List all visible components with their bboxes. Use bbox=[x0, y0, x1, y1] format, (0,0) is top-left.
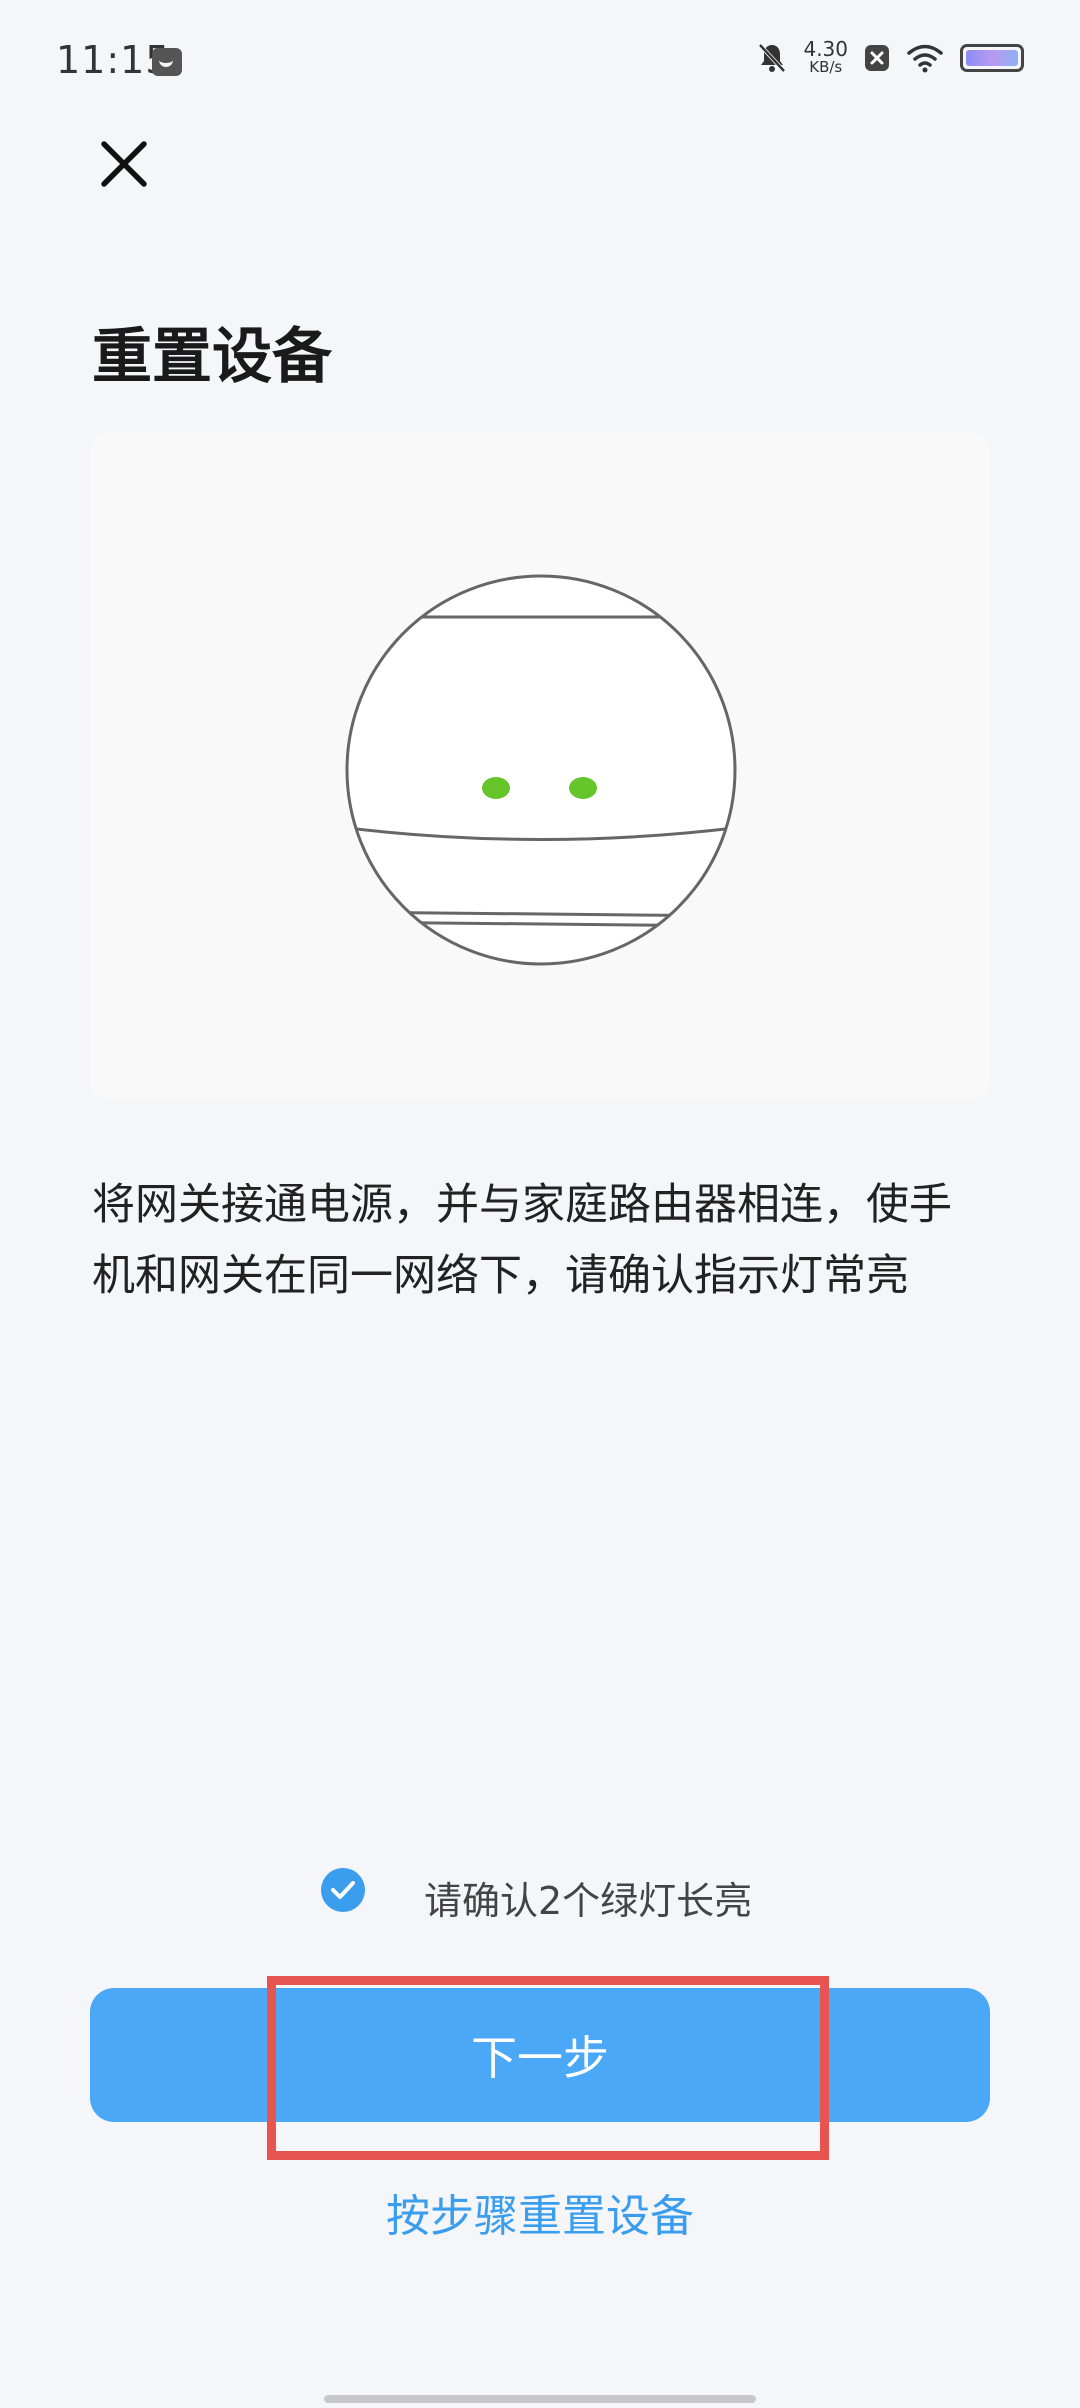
confirm-text: 请确认2个绿灯长亮 bbox=[424, 1879, 753, 1923]
home-indicator[interactable] bbox=[324, 2395, 756, 2403]
net-speed-unit: KB/s bbox=[809, 58, 843, 76]
status-bar: 11:15 4.30 KB/s bbox=[0, 0, 1080, 130]
wifi-icon bbox=[906, 43, 944, 73]
net-speed-value: 4.30 bbox=[803, 37, 848, 61]
battery-level bbox=[966, 50, 1018, 66]
net-speed: 4.30 KB/s bbox=[803, 37, 848, 76]
close-button[interactable] bbox=[88, 128, 160, 200]
green-light-1 bbox=[482, 777, 510, 799]
status-icons: 4.30 KB/s bbox=[757, 37, 1024, 76]
x-box-icon bbox=[864, 44, 890, 72]
bell-muted-icon bbox=[757, 42, 787, 74]
message-icon bbox=[152, 48, 182, 76]
device-illustration bbox=[90, 432, 990, 1100]
confirm-checkbox[interactable] bbox=[321, 1868, 365, 1912]
next-step-button[interactable]: 下一步 bbox=[90, 1988, 990, 2122]
confirm-row: 请确认2个绿灯长亮 bbox=[0, 1862, 1080, 1923]
close-icon bbox=[101, 141, 147, 187]
page-title: 重置设备 bbox=[92, 322, 332, 392]
gateway-illustration bbox=[345, 574, 737, 966]
reset-steps-link[interactable]: 按步骤重置设备 bbox=[0, 2180, 1080, 2244]
instruction-text: 将网关接通电源，并与家庭路由器相连，使手机和网关在同一网络下，请确认指示灯常亮 bbox=[92, 1180, 952, 1301]
check-icon bbox=[331, 1881, 355, 1899]
green-light-2 bbox=[569, 777, 597, 799]
battery-icon bbox=[960, 44, 1024, 72]
